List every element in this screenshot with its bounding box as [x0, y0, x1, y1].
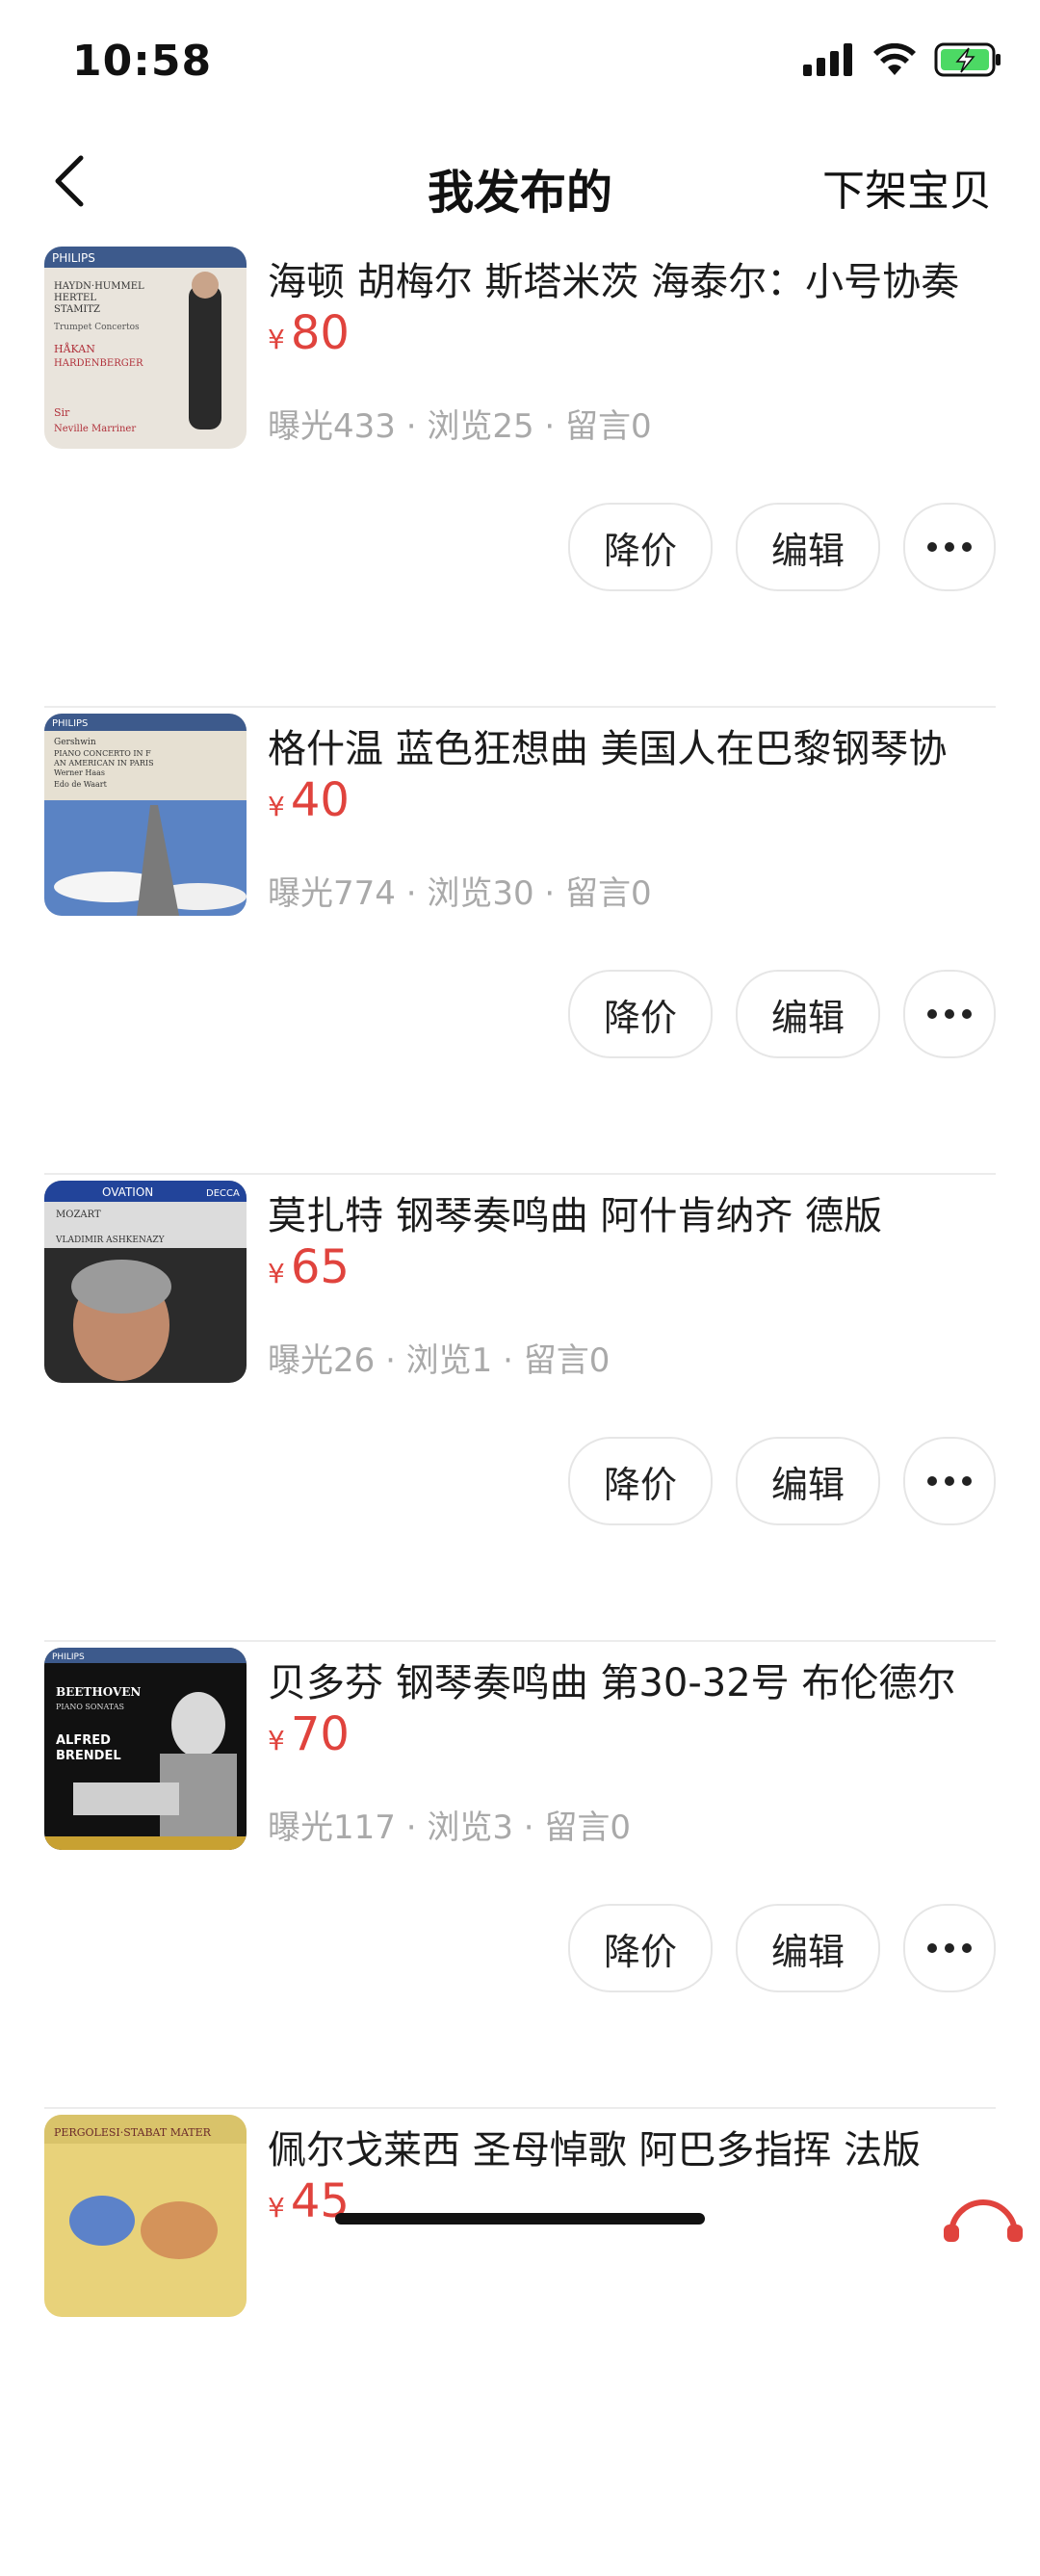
battery-charging-icon	[934, 42, 1001, 77]
item-title[interactable]: 海顿 胡梅尔 斯塔米茨 海泰尔：小号协奏	[268, 250, 1021, 306]
edit-button[interactable]: 编辑	[736, 503, 880, 591]
item-price: ¥65	[268, 1240, 350, 1294]
more-options-button[interactable]	[903, 970, 996, 1058]
list-item[interactable]: PHILIPS HAYDN·HUMMEL HERTEL STAMITZ Trum…	[0, 241, 1040, 708]
more-options-button[interactable]	[903, 1904, 996, 1992]
item-price: ¥70	[268, 1707, 350, 1761]
more-options-button[interactable]	[903, 503, 996, 591]
svg-text:Trumpet Concertos: Trumpet Concertos	[54, 323, 140, 332]
svg-text:MOZART: MOZART	[56, 1210, 101, 1220]
more-dots-icon	[927, 1476, 972, 1486]
delist-items-link[interactable]: 下架宝贝	[822, 156, 992, 218]
reduce-price-button[interactable]: 降价	[568, 1904, 713, 1992]
svg-text:BRENDEL: BRENDEL	[56, 1749, 121, 1763]
svg-text:HERTEL: HERTEL	[54, 293, 96, 303]
reduce-price-button[interactable]: 降价	[568, 970, 713, 1058]
item-title[interactable]: 格什温 蓝色狂想曲 美国人在巴黎钢琴协	[268, 717, 1021, 773]
reduce-price-button[interactable]: 降价	[568, 1437, 713, 1525]
home-indicator	[335, 2213, 705, 2225]
svg-text:Neville Marriner: Neville Marriner	[54, 424, 136, 434]
svg-text:PIANO SONATAS: PIANO SONATAS	[56, 1703, 124, 1711]
item-thumbnail[interactable]: PHILIPS Gershwin PIANO CONCERTO IN F AN …	[44, 714, 247, 916]
item-thumbnail[interactable]: PERGOLESI·STABAT MATER	[44, 2115, 247, 2317]
svg-text:VLADIMIR ASHKENAZY: VLADIMIR ASHKENAZY	[55, 1236, 166, 1245]
list-item[interactable]: PHILIPS BEETHOVEN PIANO SONATAS ALFRED B…	[0, 1642, 1040, 2109]
item-thumbnail[interactable]: PHILIPS BEETHOVEN PIANO SONATAS ALFRED B…	[44, 1648, 247, 1850]
edit-button[interactable]: 编辑	[736, 970, 880, 1058]
edit-button[interactable]: 编辑	[736, 1904, 880, 1992]
wifi-icon	[873, 43, 916, 75]
svg-text:BEETHOVEN: BEETHOVEN	[56, 1685, 141, 1699]
svg-text:Werner Haas: Werner Haas	[54, 768, 105, 777]
system-icons	[803, 42, 1001, 77]
svg-text:Gershwin: Gershwin	[54, 738, 96, 747]
svg-text:AN AMERICAN IN PARIS: AN AMERICAN IN PARIS	[53, 759, 154, 768]
more-dots-icon	[927, 1943, 972, 1953]
item-title[interactable]: 佩尔戈莱西 圣母悼歌 阿巴多指挥 法版	[268, 2119, 1021, 2174]
more-dots-icon	[927, 1009, 972, 1019]
svg-text:PHILIPS: PHILIPS	[52, 251, 95, 265]
edit-button[interactable]: 编辑	[736, 1437, 880, 1525]
item-stats: 曝光433 · 浏览25 · 留言0	[268, 407, 652, 446]
list-item[interactable]: OVATION DECCA MOZART VLADIMIR ASHKENAZY …	[0, 1175, 1040, 1642]
status-time: 10:58	[72, 37, 213, 86]
svg-text:PHILIPS: PHILIPS	[52, 718, 88, 729]
item-thumbnail[interactable]: PHILIPS HAYDN·HUMMEL HERTEL STAMITZ Trum…	[44, 247, 247, 449]
item-price: ¥40	[268, 773, 350, 827]
svg-text:Edo de Waart: Edo de Waart	[54, 780, 108, 789]
item-title[interactable]: 莫扎特 钢琴奏鸣曲 阿什肯纳齐 德版	[268, 1184, 1021, 1240]
svg-text:PHILIPS: PHILIPS	[52, 1652, 85, 1662]
svg-text:HAYDN·HUMMEL: HAYDN·HUMMEL	[54, 281, 144, 292]
item-stats: 曝光26 · 浏览1 · 留言0	[268, 1341, 611, 1380]
reduce-price-button[interactable]: 降价	[568, 503, 713, 591]
svg-text:PERGOLESI·STABAT MATER: PERGOLESI·STABAT MATER	[54, 2126, 212, 2139]
item-price: ¥80	[268, 306, 350, 360]
svg-text:DECCA: DECCA	[206, 1188, 240, 1199]
list-item[interactable]: PHILIPS Gershwin PIANO CONCERTO IN F AN …	[0, 708, 1040, 1175]
svg-text:Sir: Sir	[54, 406, 70, 419]
navigation-bar: 我发布的 下架宝贝	[0, 125, 1040, 241]
svg-text:HARDENBERGER: HARDENBERGER	[54, 358, 143, 369]
item-stats: 曝光774 · 浏览30 · 留言0	[268, 874, 652, 913]
svg-text:HÅKAN: HÅKAN	[54, 342, 95, 355]
more-options-button[interactable]	[903, 1437, 996, 1525]
svg-text:PIANO CONCERTO IN F: PIANO CONCERTO IN F	[54, 749, 151, 758]
more-dots-icon	[927, 542, 972, 552]
item-title[interactable]: 贝多芬 钢琴奏鸣曲 第30-32号 布伦德尔	[268, 1652, 1021, 1707]
signal-icon	[803, 43, 852, 76]
item-thumbnail[interactable]: OVATION DECCA MOZART VLADIMIR ASHKENAZY	[44, 1181, 247, 1383]
svg-text:ALFRED: ALFRED	[56, 1733, 111, 1748]
headphones-icon[interactable]	[940, 2186, 1027, 2244]
list-item[interactable]: PERGOLESI·STABAT MATER 佩尔戈莱西 圣母悼歌 阿巴多指挥 …	[0, 2109, 1040, 2576]
published-items-list: PHILIPS HAYDN·HUMMEL HERTEL STAMITZ Trum…	[0, 241, 1040, 2576]
status-bar: 10:58	[0, 0, 1040, 125]
svg-text:OVATION: OVATION	[102, 1185, 153, 1199]
svg-text:STAMITZ: STAMITZ	[54, 304, 100, 315]
item-stats: 曝光117 · 浏览3 · 留言0	[268, 1808, 632, 1847]
